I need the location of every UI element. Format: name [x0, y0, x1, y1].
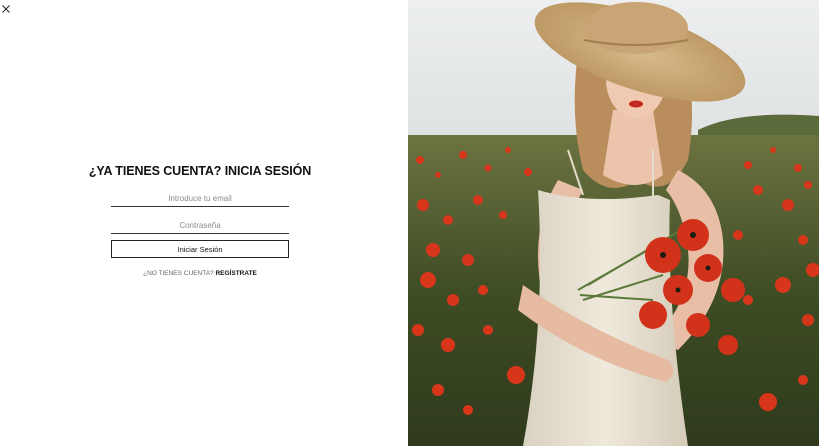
login-title: ¿YA TIENES CUENTA? INICIA SESIÓN [88, 164, 312, 178]
hero-photo [408, 0, 819, 446]
close-button[interactable] [0, 3, 11, 14]
login-button[interactable]: Iniciar Sesión [111, 240, 289, 258]
no-account-text: ¿NO TIENES CUENTA? [143, 270, 214, 277]
register-link[interactable]: REGÍSTRATE [215, 270, 256, 277]
login-panel: ¿YA TIENES CUENTA? INICIA SESIÓN Iniciar… [0, 0, 408, 446]
hero-image [408, 0, 819, 446]
close-icon [1, 4, 10, 13]
register-prompt: ¿NO TIENES CUENTA? REGÍSTRATE [0, 270, 400, 277]
password-field[interactable] [111, 217, 289, 234]
email-field[interactable] [111, 190, 289, 207]
